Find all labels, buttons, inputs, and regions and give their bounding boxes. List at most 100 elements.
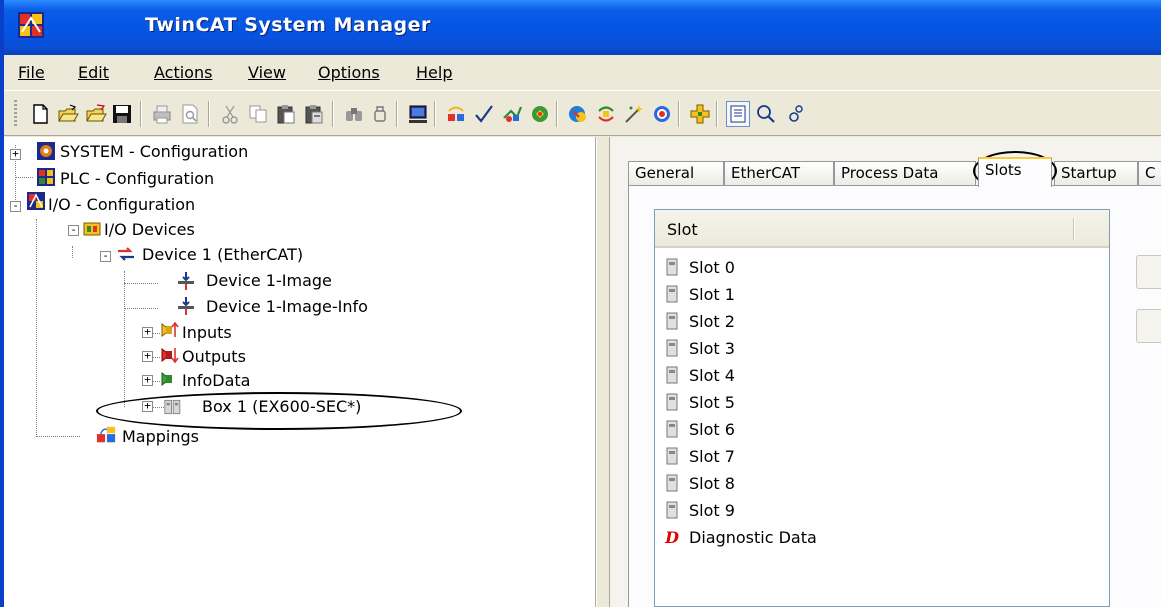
toolbar-separator	[678, 101, 680, 127]
add-item-icon[interactable]	[688, 101, 712, 127]
activate-configuration-icon[interactable]	[500, 101, 524, 127]
menu-options[interactable]: Options	[318, 63, 380, 82]
tab-slots[interactable]: Slots	[978, 157, 1052, 187]
tab-coe[interactable]: C	[1138, 161, 1161, 185]
tree-node-mappings[interactable]: Mappings	[122, 427, 199, 446]
app-window: TwinCAT System Manager File Edit Actions…	[0, 0, 1161, 607]
tree-node-system[interactable]: SYSTEM - Configuration	[60, 142, 248, 161]
slot-module-icon	[663, 311, 681, 331]
slot-label: Slot 0	[689, 257, 735, 277]
slot-module-icon	[663, 446, 681, 466]
slot-module-icon	[663, 365, 681, 385]
tree-node-device-1[interactable]: Device 1 (EtherCAT)	[142, 245, 303, 264]
open-folder-icon[interactable]	[84, 101, 108, 127]
list-item[interactable]: D Diagnostic Data	[663, 524, 817, 550]
new-icon[interactable]	[28, 101, 52, 127]
slot-list[interactable]: Slot Slot 0 Slot 1 Slot 2 Slot 3 Slot 4 …	[654, 209, 1110, 607]
paste-icon[interactable]	[274, 101, 298, 127]
find-next-icon[interactable]	[368, 101, 392, 127]
toolbar-separator	[208, 101, 210, 127]
infodata-icon	[161, 372, 172, 386]
menu-view[interactable]: View	[248, 63, 286, 82]
copy-icon[interactable]	[246, 101, 270, 127]
list-item[interactable]: Slot 7	[663, 443, 735, 469]
plc-config-icon	[37, 168, 55, 186]
expand-toggle[interactable]: +	[142, 400, 153, 412]
wizard-icon[interactable]	[622, 101, 646, 127]
menu-file-label: File	[18, 63, 45, 82]
slot-label: Slot 9	[689, 500, 735, 520]
list-item[interactable]: Slot 5	[663, 389, 735, 415]
scan-devices-icon[interactable]	[566, 101, 590, 127]
menu-help[interactable]: Help	[416, 63, 452, 82]
generate-mappings-icon[interactable]	[444, 101, 468, 127]
configuration-tree[interactable]: + SYSTEM - Configuration PLC - Configura…	[4, 137, 596, 607]
box-module-icon	[164, 399, 181, 415]
paste-special-icon[interactable]	[302, 101, 326, 127]
tree-node-plc[interactable]: PLC - Configuration	[60, 169, 214, 188]
mappings-icon	[96, 426, 116, 443]
list-item[interactable]: Slot 9	[663, 497, 735, 523]
pane-splitter[interactable]	[596, 137, 610, 607]
collapse-toggle[interactable]: -	[100, 250, 111, 262]
slot-label: Slot 1	[689, 284, 735, 304]
free-run-icon[interactable]	[650, 101, 674, 127]
expand-toggle[interactable]: +	[142, 326, 153, 338]
tab-ethercat[interactable]: EtherCAT	[724, 161, 834, 185]
list-item[interactable]: Slot 6	[663, 416, 735, 442]
insert-module-button[interactable]	[1136, 255, 1161, 289]
tree-node-device-image-info[interactable]: Device 1-Image-Info	[206, 297, 368, 316]
column-header-slot[interactable]: Slot	[667, 220, 698, 239]
collapse-toggle[interactable]: -	[68, 224, 79, 236]
print-preview-icon[interactable]	[178, 101, 202, 127]
save-icon[interactable]	[110, 101, 134, 127]
menu-actions[interactable]: Actions	[154, 63, 212, 82]
check-configuration-icon[interactable]	[472, 101, 496, 127]
list-item[interactable]: Slot 4	[663, 362, 735, 388]
set-run-mode-icon[interactable]	[528, 101, 552, 127]
slot-list-header[interactable]: Slot	[655, 210, 1109, 248]
toolbar-separator	[716, 101, 718, 127]
show-online-icon[interactable]	[726, 101, 750, 127]
system-config-icon	[37, 142, 55, 160]
tab-process-data[interactable]: Process Data	[834, 161, 976, 185]
window-frame-left	[0, 0, 4, 607]
tree-node-io-devices[interactable]: I/O Devices	[104, 220, 195, 239]
menu-actions-label: Actions	[154, 63, 213, 82]
reload-devices-icon[interactable]	[594, 101, 618, 127]
list-item[interactable]: Slot 0	[663, 254, 735, 280]
collapse-toggle[interactable]: -	[10, 200, 21, 212]
list-item[interactable]: Slot 3	[663, 335, 735, 361]
tab-startup-label: Startup	[1061, 164, 1117, 182]
list-item[interactable]: Slot 2	[663, 308, 735, 334]
tree-connector	[152, 407, 164, 408]
tab-general[interactable]: General	[628, 161, 724, 185]
tree-node-infodata[interactable]: InfoData	[182, 371, 250, 390]
menu-edit[interactable]: Edit	[78, 63, 109, 82]
toolbar-separator	[396, 101, 398, 127]
column-divider[interactable]	[1073, 218, 1075, 240]
expand-toggle[interactable]: +	[10, 148, 21, 160]
cut-icon[interactable]	[218, 101, 242, 127]
expand-toggle[interactable]: +	[142, 374, 153, 386]
toolbar-grip-icon[interactable]	[14, 100, 17, 128]
tree-node-inputs[interactable]: Inputs	[182, 323, 232, 342]
print-icon[interactable]	[150, 101, 174, 127]
tab-startup[interactable]: Startup	[1054, 161, 1138, 185]
tree-node-box-1[interactable]: Box 1 (EX600-SEC*)	[202, 397, 361, 416]
find-icon[interactable]	[342, 101, 366, 127]
tree-node-device-image[interactable]: Device 1-Image	[206, 271, 332, 290]
menu-file[interactable]: File	[18, 63, 45, 82]
list-item[interactable]: Slot 1	[663, 281, 735, 307]
more-icon[interactable]	[782, 101, 806, 127]
expand-toggle[interactable]: +	[142, 350, 153, 362]
tree-node-io-config[interactable]: I/O - Configuration	[48, 195, 195, 214]
target-system-icon[interactable]	[406, 101, 430, 127]
open-icon[interactable]	[56, 101, 80, 127]
remove-module-button[interactable]	[1136, 309, 1161, 343]
zoom-icon[interactable]	[754, 101, 778, 127]
app-icon	[18, 12, 44, 38]
list-item[interactable]: Slot 8	[663, 470, 735, 496]
title-bar[interactable]: TwinCAT System Manager	[0, 0, 1161, 55]
tree-node-outputs[interactable]: Outputs	[182, 347, 246, 366]
